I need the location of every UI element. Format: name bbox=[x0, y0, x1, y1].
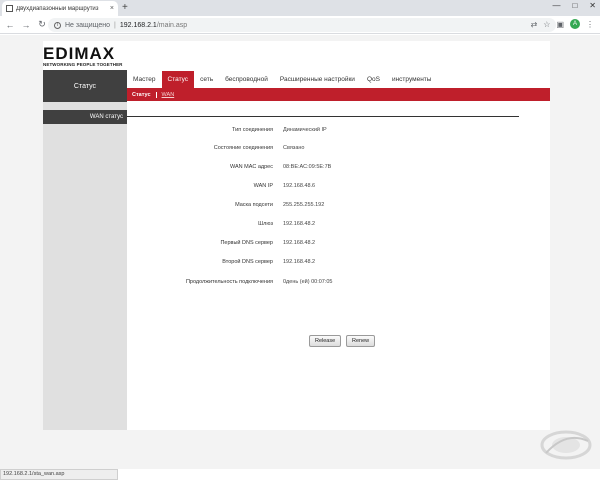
url-host: 192.168.2.1 bbox=[119, 21, 157, 29]
new-tab-button[interactable]: + bbox=[122, 2, 128, 14]
url-path: /main.asp bbox=[156, 21, 188, 29]
row-connection-type: Тип соединения Динамический IP bbox=[127, 127, 550, 137]
row-value: 192.168.48.2 bbox=[283, 221, 316, 227]
row-gateway: Шлюз 192.168.48.2 bbox=[127, 221, 550, 231]
logo-tagline: NETWORKING PEOPLE TOGETHER bbox=[43, 62, 123, 67]
maximize-icon[interactable]: □ bbox=[572, 1, 577, 10]
close-window-icon[interactable]: ✕ bbox=[589, 1, 596, 10]
address-separator: | bbox=[114, 21, 116, 29]
row-value: 192.168.48.2 bbox=[283, 240, 316, 246]
release-button[interactable]: Release bbox=[309, 335, 342, 347]
row-label: WAN IP bbox=[253, 183, 273, 189]
edimax-logo: EDIMAX NETWORKING PEOPLE TOGETHER bbox=[43, 45, 127, 67]
row-label: Тип соединения bbox=[232, 127, 273, 133]
row-wan-ip: WAN IP 192.168.48.6 bbox=[127, 183, 550, 193]
subnav-status[interactable]: Статус bbox=[127, 91, 157, 98]
extension-icon[interactable]: ▣ bbox=[556, 20, 564, 29]
subnav-wan[interactable]: WAN bbox=[157, 92, 180, 98]
logo-text: EDIMAX bbox=[43, 44, 116, 63]
browser-status-url: 192.168.2.1/sta_wan.asp bbox=[0, 469, 118, 480]
row-label: Второй DNS сервер bbox=[222, 259, 273, 265]
sidebar: WAN статус bbox=[43, 102, 127, 430]
content-divider bbox=[127, 116, 519, 117]
router-admin-panel: EDIMAX NETWORKING PEOPLE TOGETHER Статус… bbox=[43, 41, 550, 430]
row-value: 192.168.48.6 bbox=[283, 183, 316, 189]
address-bar[interactable]: i Не защищено | 192.168.2.1/main.asp bbox=[48, 18, 556, 32]
row-label: Маска подсети bbox=[235, 202, 273, 208]
row-value: Связано bbox=[283, 145, 305, 151]
nav-tools[interactable]: инструменты bbox=[386, 76, 438, 88]
browser-tab-bar: Двухдиапазонный маршрутиз × + — □ ✕ bbox=[0, 0, 600, 16]
nav-qos[interactable]: QoS bbox=[361, 76, 386, 88]
minimize-icon[interactable]: — bbox=[552, 1, 560, 10]
row-label: Шлюз bbox=[258, 221, 273, 227]
row-label: Состояние соединения bbox=[213, 145, 273, 151]
page-favicon-icon bbox=[6, 5, 13, 12]
row-dns-primary: Первый DNS сервер 192.168.48.2 bbox=[127, 240, 550, 250]
row-value: Динамический IP bbox=[283, 127, 327, 133]
row-label: Первый DNS сервер bbox=[220, 240, 273, 246]
security-label: Не защищено bbox=[65, 21, 110, 29]
window-controls: — □ ✕ bbox=[552, 1, 596, 10]
row-value: 0день (ей) 00:07:05 bbox=[283, 279, 333, 285]
row-connection-duration: Продолжительность подключения 0день (ей)… bbox=[127, 279, 550, 289]
row-value: 255.255.255.192 bbox=[283, 202, 325, 208]
sidebar-item-wan-status[interactable]: WAN статус bbox=[43, 110, 127, 124]
menu-dots-icon[interactable]: ⋮ bbox=[586, 20, 594, 29]
back-arrow-icon[interactable]: ← bbox=[4, 20, 16, 30]
sub-nav: Статус WAN bbox=[127, 88, 550, 101]
tab-close-icon[interactable]: × bbox=[110, 5, 114, 12]
renew-button[interactable]: Renew bbox=[346, 335, 376, 347]
main-nav: Мастер Статус сеть беспроводной Расширен… bbox=[127, 70, 550, 88]
row-connection-state: Состояние соединения Связано bbox=[127, 145, 550, 155]
browser-toolbar: ← → ↻ i Не защищено | 192.168.2.1/main.a… bbox=[0, 16, 600, 34]
site-watermark-icon bbox=[540, 430, 592, 460]
forward-arrow-icon[interactable]: → bbox=[20, 20, 32, 30]
toolbar-actions: ⇄ ☆ ▣ A ⋮ bbox=[531, 19, 594, 29]
tab-title: Двухдиапазонный маршрутиз bbox=[16, 5, 99, 12]
row-label: WAN MAC адрес bbox=[229, 164, 273, 170]
translate-icon[interactable]: ⇄ bbox=[531, 20, 538, 29]
row-value: 08:BE:AC:09:5E:7B bbox=[283, 164, 332, 170]
nav-wizard[interactable]: Мастер bbox=[127, 76, 162, 88]
nav-advanced[interactable]: Расширенные настройки bbox=[274, 76, 361, 88]
row-label: Продолжительность подключения bbox=[185, 279, 273, 285]
row-dns-secondary: Второй DNS сервер 192.168.48.2 bbox=[127, 259, 550, 269]
page-viewport: EDIMAX NETWORKING PEOPLE TOGETHER Статус… bbox=[0, 35, 600, 469]
browser-tab[interactable]: Двухдиапазонный маршрутиз × bbox=[2, 1, 118, 16]
nav-wireless[interactable]: беспроводной bbox=[219, 76, 274, 88]
bookmark-star-icon[interactable]: ☆ bbox=[543, 20, 550, 29]
reload-icon[interactable]: ↻ bbox=[36, 19, 48, 30]
profile-avatar[interactable]: A bbox=[570, 19, 580, 29]
row-value: 192.168.48.2 bbox=[283, 259, 316, 265]
row-subnet-mask: Маска подсети 255.255.255.192 bbox=[127, 202, 550, 212]
info-icon[interactable]: i bbox=[54, 21, 61, 29]
section-status-box: Статус bbox=[43, 70, 127, 102]
nav-status[interactable]: Статус bbox=[161, 71, 195, 88]
row-wan-mac: WAN MAC адрес 08:BE:AC:09:5E:7B bbox=[127, 164, 550, 174]
nav-network[interactable]: сеть bbox=[194, 76, 219, 88]
